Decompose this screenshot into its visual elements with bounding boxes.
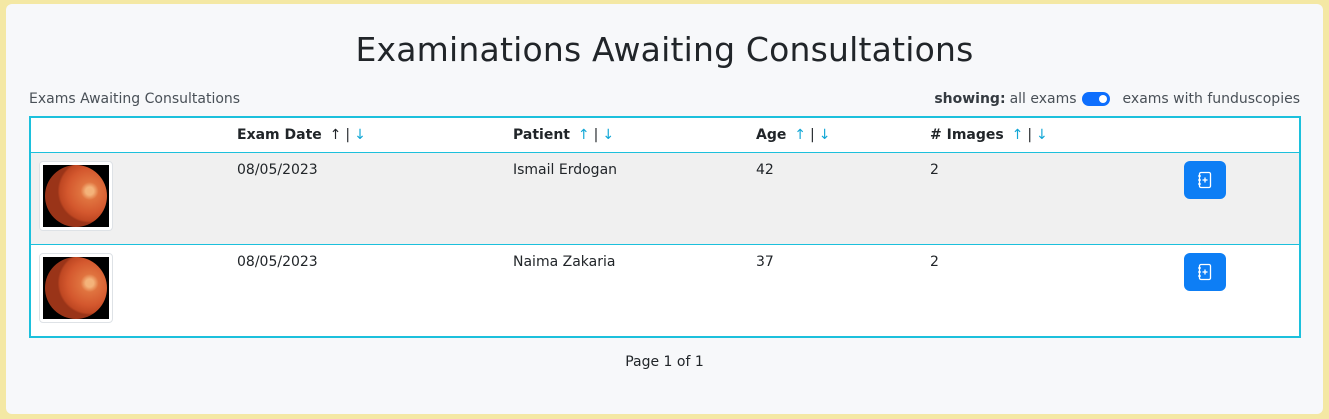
sort-desc-icon[interactable]: ↓ <box>354 127 366 143</box>
sort-separator: | <box>1027 127 1033 143</box>
sort-separator: | <box>593 127 599 143</box>
exams-table: Exam Date ↑ | ↓ Patient ↑ | ↓ Age ↑ | ↓ # Imag… <box>29 116 1301 338</box>
column-header-patient: Patient ↑ | ↓ <box>513 127 614 143</box>
age-cell: 37 <box>756 254 774 270</box>
patient-cell: Ismail Erdogan <box>513 162 618 178</box>
column-label: Exam Date <box>237 127 322 143</box>
patient-cell: Naima Zakaria <box>513 254 616 270</box>
add-note-icon <box>1198 263 1212 281</box>
add-consultation-button[interactable] <box>1184 253 1226 291</box>
switch-knob <box>1098 95 1107 103</box>
age-cell: 42 <box>756 162 774 178</box>
filter-label: showing: <box>934 91 1006 107</box>
images-count-cell: 2 <box>930 254 939 270</box>
sort-separator: | <box>345 127 351 143</box>
add-consultation-button[interactable] <box>1184 161 1226 199</box>
column-header-exam-date: Exam Date ↑ | ↓ <box>237 127 366 143</box>
sort-separator: | <box>809 127 815 143</box>
sort-desc-icon[interactable]: ↓ <box>819 127 831 143</box>
sort-asc-icon[interactable]: ↑ <box>578 127 590 143</box>
table-row[interactable]: 08/05/2023 Ismail Erdogan 42 2 <box>31 153 1299 245</box>
content-card: Examinations Awaiting Consultations Exam… <box>6 4 1323 414</box>
sort-desc-icon[interactable]: ↓ <box>1036 127 1048 143</box>
fundus-image <box>43 165 109 227</box>
images-count-cell: 2 <box>930 162 939 178</box>
column-label: # Images <box>930 127 1004 143</box>
fundus-image <box>43 257 109 319</box>
filter-option-all[interactable]: all exams <box>1010 91 1077 107</box>
column-header-images: # Images ↑ | ↓ <box>930 127 1048 143</box>
column-label: Age <box>756 127 787 143</box>
column-header-age: Age ↑ | ↓ <box>756 127 830 143</box>
filter-option-funduscopies[interactable]: exams with funduscopies <box>1123 91 1300 107</box>
page-title: Examinations Awaiting Consultations <box>355 30 974 69</box>
table-caption: Exams Awaiting Consultations <box>29 91 241 107</box>
column-label: Patient <box>513 127 570 143</box>
table-header-row: Exam Date ↑ | ↓ Patient ↑ | ↓ Age ↑ | ↓ # Imag… <box>31 118 1299 153</box>
sort-asc-icon[interactable]: ↑ <box>330 127 342 143</box>
add-note-icon <box>1198 171 1212 189</box>
table-row[interactable]: 08/05/2023 Naima Zakaria 37 2 <box>31 245 1299 336</box>
pagination-info: Page 1 of 1 <box>625 354 704 370</box>
fundus-thumbnail[interactable] <box>39 161 113 231</box>
fundus-thumbnail[interactable] <box>39 253 113 323</box>
exam-date-cell: 08/05/2023 <box>237 254 318 270</box>
filter-switch[interactable] <box>1081 92 1110 106</box>
sort-asc-icon[interactable]: ↑ <box>794 127 806 143</box>
retina-disc <box>45 165 107 227</box>
exam-date-cell: 08/05/2023 <box>237 162 318 178</box>
retina-disc <box>45 257 107 319</box>
exam-filter-toggle: showing: all exams exams with funduscopi… <box>934 91 1300 107</box>
sort-asc-icon[interactable]: ↑ <box>1012 127 1024 143</box>
sort-desc-icon[interactable]: ↓ <box>602 127 614 143</box>
